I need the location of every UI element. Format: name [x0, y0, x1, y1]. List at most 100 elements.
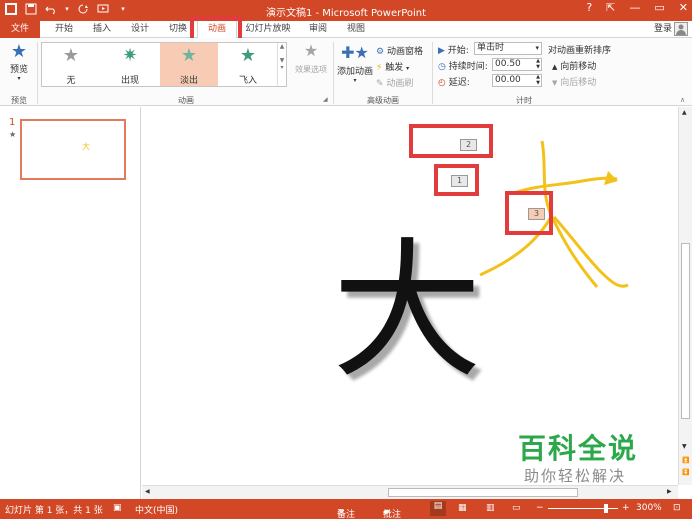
- add-animation-label: 添加动画: [336, 67, 373, 77]
- duration-label: 持续时间:: [448, 62, 488, 72]
- animation-appear[interactable]: ✷ 出现: [101, 43, 159, 87]
- window-controls: ? ⇱ — ▭ ✕: [586, 1, 688, 14]
- delay-label: 延迟:: [448, 78, 470, 88]
- thumbnail-char: 大: [82, 142, 90, 151]
- gallery-scroll[interactable]: ▲ ▼ ▾: [277, 43, 286, 86]
- spinner-icon[interactable]: ▲ ▼: [536, 58, 540, 70]
- animation-pane-label: 动画窗格: [386, 47, 423, 57]
- ribbon-tabs: 文件 开始 插入 设计 切换 动画 幻灯片放映 审阅 视图: [0, 21, 692, 38]
- chevron-down-icon: ▾: [17, 75, 21, 82]
- duration-input[interactable]: 00.50 ▲ ▼: [492, 58, 542, 71]
- move-earlier-label: 向前移动: [560, 62, 597, 72]
- spinner-icon[interactable]: ▲ ▼: [536, 74, 540, 86]
- horizontal-scrollbar[interactable]: ◀ ▶: [142, 485, 678, 499]
- start-label-row: ▶ 开始:: [438, 43, 469, 56]
- chevron-down-icon: ▾: [406, 65, 410, 72]
- slide-sorter-icon[interactable]: ▦: [458, 503, 467, 513]
- add-animation-button[interactable]: ✚★ 添加动画 ▾: [336, 42, 374, 90]
- add-star-icon: ✚★: [341, 43, 369, 62]
- animation-none[interactable]: ★ 无: [42, 43, 100, 87]
- preview-label: 预览: [9, 65, 28, 75]
- animation-fade[interactable]: ★ 淡出: [160, 43, 218, 86]
- tab-file[interactable]: 文件: [0, 21, 40, 38]
- status-bar: 幻灯片 第 1 张，共 1 张 ▣ 中文(中国) ≡ 备注 ▰ 批注 ▤ ▦ ▥…: [0, 499, 692, 520]
- tab-review[interactable]: 审阅: [300, 21, 336, 38]
- group-separator: [432, 42, 433, 104]
- animation-none-label: 无: [66, 76, 76, 86]
- ribbon-display-icon[interactable]: ⇱: [606, 1, 615, 14]
- star-icon: ★: [239, 45, 257, 66]
- help-icon[interactable]: ?: [586, 1, 592, 14]
- star-icon: ★: [180, 45, 198, 66]
- chevron-down-icon: ▾: [353, 77, 357, 84]
- animation-fade-label: 淡出: [179, 76, 198, 86]
- zoom-out-icon[interactable]: −: [536, 503, 544, 513]
- scroll-down-icon[interactable]: ▼: [682, 443, 687, 450]
- collapse-ribbon-icon[interactable]: ∧: [680, 96, 685, 104]
- animation-appear-label: 出现: [120, 76, 139, 86]
- close-icon[interactable]: ✕: [679, 1, 688, 14]
- fit-to-window-icon[interactable]: ⊡: [673, 503, 681, 513]
- normal-view-icon[interactable]: ▤: [430, 501, 446, 516]
- sign-in-link[interactable]: 登录: [654, 21, 672, 38]
- zoom-in-icon[interactable]: +: [622, 503, 630, 513]
- dialog-launcher-icon[interactable]: ◢: [323, 96, 328, 103]
- slide-count: 幻灯片 第 1 张，共 1 张: [5, 506, 103, 516]
- start-select[interactable]: 单击时 ▾: [474, 42, 542, 55]
- start-label: 开始:: [447, 46, 469, 56]
- trigger-button[interactable]: ⚡ 触发 ▾: [376, 60, 409, 73]
- delay-label-row: ◴ 延迟:: [438, 75, 470, 88]
- highlight-box-tag-3: [505, 191, 553, 235]
- clock-icon: ◷: [438, 62, 446, 72]
- watermark-title: 百科全说: [518, 432, 639, 465]
- scroll-thumb[interactable]: [388, 488, 578, 497]
- tab-insert[interactable]: 插入: [84, 21, 120, 38]
- minimize-icon[interactable]: —: [629, 1, 640, 14]
- delay-input[interactable]: 00.00 ▲ ▼: [492, 74, 542, 87]
- group-label-timing: 计时: [516, 96, 532, 105]
- start-value: 单击时: [477, 43, 505, 53]
- scroll-thumb[interactable]: [681, 243, 690, 419]
- spell-check-icon[interactable]: ▣: [113, 503, 122, 513]
- animation-pane-button[interactable]: ⚙ 动画窗格: [376, 44, 423, 57]
- trigger-label: 触发: [385, 63, 404, 73]
- slide-thumbnails-pane: 1 ★ 大: [0, 107, 141, 499]
- notes-label: 备注: [337, 510, 356, 520]
- slide-thumbnail-1[interactable]: 大: [20, 119, 126, 180]
- zoom-slider-thumb[interactable]: [604, 504, 608, 513]
- triangle-up-icon: ▲: [552, 63, 558, 71]
- previous-slide-icon[interactable]: ⏫: [682, 457, 689, 464]
- duration-label-row: ◷ 持续时间:: [438, 59, 488, 72]
- next-slide-icon[interactable]: ⏬: [682, 469, 689, 476]
- watermark-subtitle: 助你轻松解决: [524, 467, 627, 485]
- animation-painter-button[interactable]: ✎ 动画刷: [376, 76, 413, 89]
- tab-home[interactable]: 开始: [46, 21, 82, 38]
- vertical-scrollbar[interactable]: ▲ ▼ ⏫ ⏬: [678, 107, 692, 485]
- tab-design[interactable]: 设计: [122, 21, 158, 38]
- scroll-left-icon[interactable]: ◀: [145, 488, 150, 495]
- scroll-right-icon[interactable]: ▶: [667, 488, 672, 495]
- delay-clock-icon: ◴: [438, 78, 446, 88]
- tab-slideshow[interactable]: 幻灯片放映: [240, 21, 296, 38]
- slideshow-view-icon[interactable]: ▭: [512, 503, 521, 513]
- effect-options-button[interactable]: ★ 效果选项: [292, 42, 330, 90]
- ribbon: ★ 预览 ▾ 预览 ★ 无 ✷ 出现 ★ 淡出 ★ 飞入 ▲ ▼ ▾ ★ 效果选项 …: [0, 38, 692, 106]
- zoom-level[interactable]: 300%: [636, 503, 662, 513]
- star-burst-icon: ✷: [122, 45, 138, 66]
- animation-fly-in[interactable]: ★ 飞入: [219, 43, 277, 87]
- animation-gallery: ★ 无 ✷ 出现 ★ 淡出 ★ 飞入 ▲ ▼ ▾: [41, 42, 287, 87]
- move-later-button[interactable]: ▼ 向后移动: [552, 75, 596, 88]
- highlight-box-tag-2: [409, 124, 493, 158]
- tab-view[interactable]: 视图: [338, 21, 374, 38]
- preview-button[interactable]: ★ 预览 ▾: [4, 42, 34, 90]
- restore-icon[interactable]: ▭: [654, 1, 664, 14]
- comments-label: 批注: [383, 510, 402, 520]
- group-label-animation: 动画: [178, 96, 194, 105]
- language-indicator[interactable]: 中文(中国): [135, 503, 178, 516]
- reading-view-icon[interactable]: ▥: [486, 503, 495, 513]
- star-icon: ★: [10, 41, 28, 62]
- scroll-up-icon[interactable]: ▲: [682, 109, 687, 116]
- slide-big-character[interactable]: 大: [332, 237, 482, 387]
- move-earlier-button[interactable]: ▲ 向前移动: [552, 59, 596, 72]
- user-avatar-icon[interactable]: [674, 22, 688, 36]
